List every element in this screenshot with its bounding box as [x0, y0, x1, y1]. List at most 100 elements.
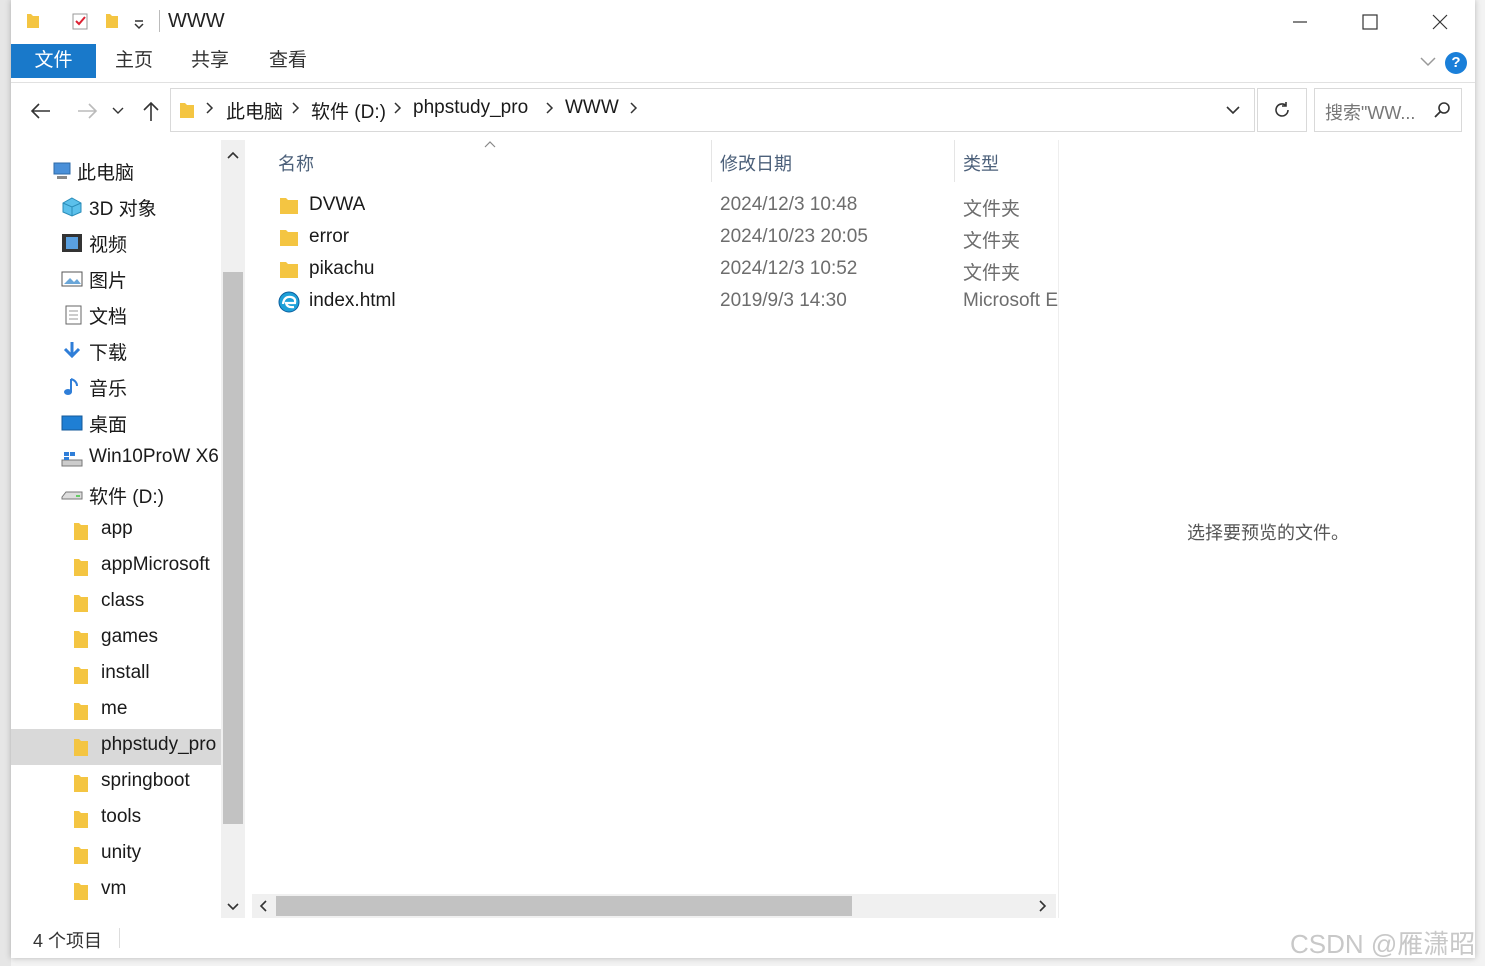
column-divider[interactable] [954, 140, 955, 182]
file-name: error [309, 226, 350, 247]
sidebar-item-drive-d[interactable]: 软件 (D:) [11, 477, 221, 513]
close-icon [1432, 14, 1448, 30]
minimize-icon [1293, 21, 1307, 23]
properties-icon[interactable] [71, 12, 89, 30]
scroll-right-icon[interactable] [1038, 900, 1048, 912]
close-button[interactable] [1405, 0, 1475, 44]
sidebar-item-pictures[interactable]: 图片 [11, 261, 221, 297]
column-divider[interactable] [711, 140, 712, 182]
breadcrumb-this-pc[interactable]: 此电脑 [226, 97, 283, 124]
sidebar-item-label: install [101, 662, 150, 683]
sidebar-item-label: tools [101, 806, 142, 827]
sidebar-item-desktop[interactable]: 桌面 [11, 405, 221, 441]
sidebar-item-videos[interactable]: 视频 [11, 225, 221, 261]
file-type: Microsoft E [963, 290, 1059, 311]
file-list-scroll-thumb[interactable] [276, 896, 852, 916]
search-icon[interactable] [1433, 101, 1451, 119]
breadcrumb-www[interactable]: WWW [565, 97, 619, 119]
title-bar: WWW [11, 0, 1475, 44]
file-row[interactable]: error 2024/10/23 20:05 文件夹 [248, 222, 1060, 254]
sidebar-item-label: 音乐 [89, 379, 128, 400]
sidebar-item-label: 视频 [89, 235, 128, 256]
sidebar-item-label: appMicrosoft [101, 554, 210, 575]
column-header-name[interactable]: 名称 [278, 150, 314, 176]
status-bar: 4 个项目 [11, 918, 1475, 958]
tab-home[interactable]: 主页 [106, 44, 162, 78]
sidebar-scrollbar[interactable] [221, 140, 245, 918]
expand-ribbon-icon[interactable] [1419, 54, 1437, 68]
forward-button[interactable] [73, 97, 101, 125]
sidebar-item-games[interactable]: games [11, 621, 221, 657]
sidebar-item-install[interactable]: install [11, 657, 221, 693]
file-row[interactable]: index.html 2019/9/3 14:30 Microsoft E [248, 286, 1060, 318]
maximize-button[interactable] [1335, 0, 1405, 44]
background-window-left [0, 0, 11, 966]
sidebar-item-me[interactable]: me [11, 693, 221, 729]
scroll-up-icon[interactable] [227, 150, 239, 160]
scroll-down-icon[interactable] [227, 902, 239, 912]
sidebar-item-phpstudy-pro[interactable]: phpstudy_pro [11, 729, 221, 765]
sidebar-item-tools[interactable]: tools [11, 801, 221, 837]
sidebar-item-app[interactable]: app [11, 513, 221, 549]
file-date: 2024/10/23 20:05 [720, 226, 868, 247]
back-button[interactable] [27, 97, 55, 125]
file-name: index.html [309, 290, 396, 311]
sidebar-item-label: phpstudy_pro [101, 734, 217, 755]
chevron-right-icon[interactable] [291, 101, 301, 115]
preview-pane-divider[interactable] [1058, 140, 1059, 918]
minimize-button[interactable] [1265, 0, 1335, 44]
address-bar[interactable]: 此电脑 软件 (D:) phpstudy_pro WWW [170, 88, 1255, 132]
ribbon: 文件 主页 共享 查看 ? [11, 44, 1475, 83]
sort-ascending-icon [484, 141, 496, 148]
file-row[interactable]: DVWA 2024/12/3 10:48 文件夹 [248, 190, 1060, 222]
sidebar-item-music[interactable]: 音乐 [11, 369, 221, 405]
chevron-right-icon[interactable] [629, 101, 639, 115]
breadcrumb-phpstudy-pro[interactable]: phpstudy_pro [413, 97, 528, 119]
recent-locations-button[interactable] [108, 97, 128, 125]
scroll-left-icon[interactable] [258, 900, 268, 912]
address-history-icon[interactable] [1226, 105, 1240, 115]
file-type: 文件夹 [963, 231, 1021, 252]
search-box[interactable]: 搜索"WW... [1314, 88, 1462, 132]
chevron-right-icon[interactable] [545, 101, 555, 115]
help-icon[interactable]: ? [1445, 52, 1467, 74]
folder-icon [74, 631, 88, 648]
tab-share[interactable]: 共享 [182, 44, 238, 78]
file-date: 2019/9/3 14:30 [720, 290, 847, 311]
sidebar-item-documents[interactable]: 文档 [11, 297, 221, 333]
tab-file[interactable]: 文件 [11, 44, 96, 78]
chevron-right-icon[interactable] [393, 101, 403, 115]
sidebar-item-class[interactable]: class [11, 585, 221, 621]
customize-dropdown-icon[interactable] [133, 12, 145, 30]
sidebar-item-downloads[interactable]: 下载 [11, 333, 221, 369]
folder-icon [74, 883, 88, 900]
sidebar-item-this-pc[interactable]: 此电脑 [11, 153, 221, 189]
sidebar-item-springboot[interactable]: springboot [11, 765, 221, 801]
sidebar-scroll-thumb[interactable] [223, 272, 243, 824]
file-list-hscrollbar[interactable] [252, 894, 1056, 918]
sidebar-item-label: class [101, 590, 145, 611]
up-button[interactable] [137, 97, 165, 125]
tab-view[interactable]: 查看 [260, 44, 316, 78]
refresh-button[interactable] [1257, 88, 1307, 132]
sidebar-item-unity[interactable]: unity [11, 837, 221, 873]
sidebar-item-label: unity [101, 842, 142, 863]
folder-icon [280, 198, 298, 214]
maximize-icon [1362, 14, 1378, 30]
new-folder-icon[interactable] [104, 12, 120, 30]
folder-icon [280, 230, 298, 246]
file-row[interactable]: pikachu 2024/12/3 10:52 文件夹 [248, 254, 1060, 286]
column-header-date[interactable]: 修改日期 [720, 150, 792, 176]
folder-icon [74, 559, 88, 576]
sidebar-item-label: Win10ProW X6 [89, 446, 219, 467]
sidebar-item-3d-objects[interactable]: 3D 对象 [11, 189, 221, 225]
documents-icon [65, 305, 82, 325]
sidebar-item-vm[interactable]: vm [11, 873, 221, 909]
drive-icon [61, 491, 83, 500]
sidebar-item-appmicrosoft[interactable]: appMicrosoft [11, 549, 221, 585]
column-header-type[interactable]: 类型 [963, 150, 999, 176]
chevron-down-icon [112, 107, 124, 114]
breadcrumb-drive-d[interactable]: 软件 (D:) [311, 97, 386, 124]
sidebar-item-drive-c[interactable]: Win10ProW X6 [11, 441, 221, 477]
folder-icon [74, 523, 88, 540]
